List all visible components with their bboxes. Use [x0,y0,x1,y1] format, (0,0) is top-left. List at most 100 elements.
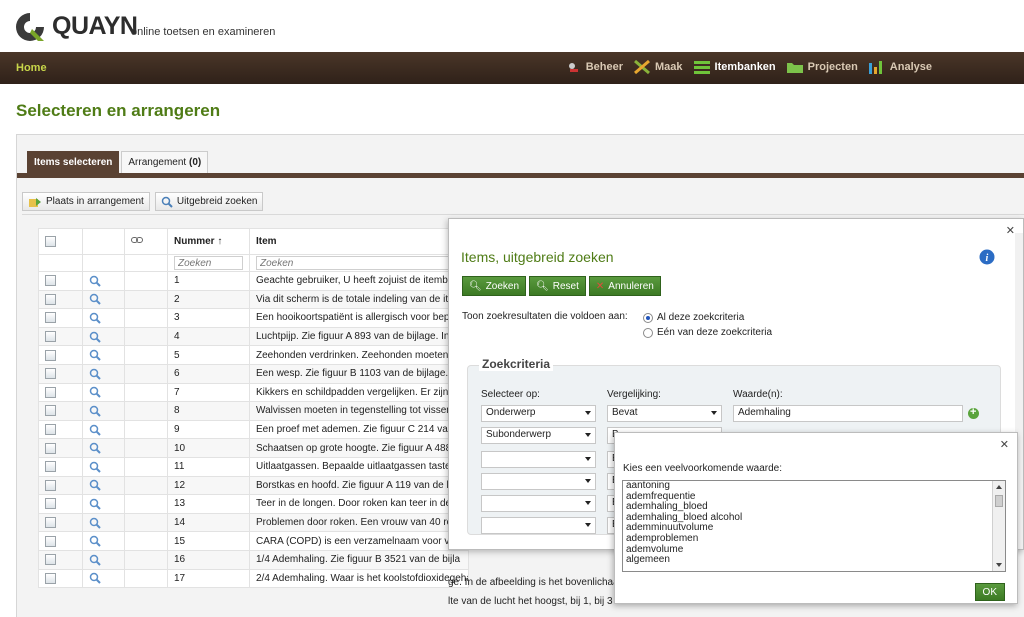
nav-item-analyse[interactable]: Analyse [868,59,932,75]
table-row[interactable]: 2 Via dit scherm is de totale indeling va… [38,289,469,310]
nummer-filter-input[interactable] [174,256,243,270]
table-row[interactable]: 1 Geachte gebruiker, U heeft zojuist de i… [38,271,469,291]
preview-search-icon[interactable] [89,554,101,566]
popup-close-icon[interactable]: ✕ [1000,438,1009,451]
table-row[interactable]: 5 Zeehonden verdrinken. Zeehonden moeten … [38,345,469,365]
add-criterion-icon[interactable] [968,406,979,419]
item-filter-input[interactable] [256,256,462,270]
preview-search-icon[interactable] [89,312,101,324]
reset-button[interactable]: 🔍︎ Reset [529,276,586,296]
nav-item-beheer[interactable]: Beheer [564,59,623,75]
radio-button-selected[interactable] [643,312,653,323]
preview-search-icon[interactable] [89,424,101,436]
row-checkbox[interactable] [45,331,56,342]
nav-item-itembanken[interactable]: Itembanken [693,59,776,75]
nav-home-link[interactable]: Home [16,62,47,74]
table-row[interactable]: 3 Een hooikoortspatiënt is allergisch voo… [38,308,469,328]
header-nummer[interactable]: Nummer ↑ [167,228,250,255]
listbox-scrollbar[interactable] [992,481,1005,571]
preview-search-icon[interactable] [89,331,101,343]
table-row[interactable]: 13 Teer in de longen. Door roken kan teer… [38,494,469,514]
table-row[interactable]: 10 Schaatsen op grote hoogte. Zie figuur … [38,438,469,458]
criteria-field-select-5[interactable] [481,495,596,512]
nav-item-maak[interactable]: Maak [633,59,683,75]
list-item[interactable]: ademvolume [626,544,1002,556]
table-row[interactable]: 11 Uitlaatgassen. Bepaalde uitlaatgassen … [38,456,469,477]
row-checkbox[interactable] [45,368,56,380]
preview-search-icon[interactable] [89,405,101,417]
row-checkbox[interactable] [45,535,56,547]
row-checkbox[interactable] [45,554,56,566]
tab-items-selecteren[interactable]: Items selecteren [27,151,120,174]
common-values-listbox[interactable]: aantoning ademfrequentie ademhaling_bloed a… [622,480,1006,572]
row-checkbox[interactable] [45,312,56,324]
annuleren-button[interactable]: ✕ Annuleren [588,276,661,296]
scroll-up-icon[interactable] [996,485,1002,489]
table-row[interactable]: 16 1/4 Ademhaling. Zie figuur B 3521 van … [38,549,469,570]
select-all-checkbox[interactable] [45,235,56,247]
preview-search-icon[interactable] [89,517,101,529]
row-checkbox[interactable] [45,275,56,287]
criteria-field-select-6[interactable] [481,517,596,534]
criteria-field-select-1[interactable]: Onderwerp [481,405,596,422]
plaats-in-arrangement-button[interactable]: Plaats in arrangement [22,192,150,211]
table-row[interactable]: 6 Een wesp. Zie figuur B 1103 van de bijl… [38,363,469,384]
row-checkbox[interactable] [45,405,56,417]
row-checkbox[interactable] [45,386,56,398]
table-row[interactable]: 9 Een proef met ademen. Zie figuur C 214 … [38,419,469,440]
radio-button[interactable] [643,327,653,338]
preview-search-icon[interactable] [89,442,101,454]
table-row[interactable]: 12 Borstkas en hoofd. Zie figuur A 119 va… [38,475,469,496]
ok-button[interactable]: OK [974,583,1005,601]
row-checkbox[interactable] [45,516,56,528]
row-checkbox-cell [38,401,83,421]
scroll-thumb[interactable] [995,495,1003,507]
scroll-down-icon[interactable] [996,563,1002,567]
preview-search-icon[interactable] [89,572,101,585]
list-item[interactable]: aantoning [626,481,1002,492]
table-row[interactable]: 17 2/4 Ademhaling. Waar is het koolstofdi… [38,568,469,589]
table-row[interactable]: 15 CARA (COPD) is een verzamelnaam voor v… [38,531,469,551]
preview-search-icon[interactable] [89,368,101,380]
radio-all-criteria[interactable]: Al deze zoekcriteria [643,312,744,323]
criteria-field-select-4[interactable] [481,473,596,490]
uitgebreid-zoeken-button[interactable]: Uitgebreid zoeken [154,192,264,211]
table-row[interactable]: 4 Luchtpijp. Zie figuur A 893 van de bijl… [38,326,469,347]
radio-one-criteria[interactable]: Eén van deze zoekcriteria [643,327,772,338]
nav-item-projecten[interactable]: Projecten [786,59,858,75]
row-checkbox[interactable] [45,479,56,491]
row-checkbox[interactable] [45,461,56,473]
list-item[interactable]: algemeen [626,555,1002,566]
row-checkbox[interactable] [45,442,56,454]
preview-search-icon[interactable] [89,293,101,306]
preview-search-icon[interactable] [89,535,101,547]
criteria-field-select-2[interactable]: Subonderwerp [481,427,596,444]
header-nummer-label: Nummer [174,236,215,247]
table-row[interactable]: 8 Walvissen moeten in tegenstelling tot v… [38,401,469,421]
row-checkbox-cell [38,326,83,347]
dialog-close-icon[interactable]: ✕ [1006,224,1015,237]
tab-arrangement[interactable]: Arrangement (0) [121,151,209,174]
row-checkbox[interactable] [45,349,56,361]
row-checkbox[interactable] [45,498,56,510]
row-nummer: 1 [167,271,250,291]
preview-search-icon[interactable] [89,275,101,287]
row-checkbox[interactable] [45,423,56,435]
header-item[interactable]: Item [249,228,469,255]
preview-search-icon[interactable] [89,349,101,361]
row-checkbox[interactable] [45,572,56,584]
info-icon[interactable]: i [979,249,995,265]
preview-search-icon[interactable] [89,461,101,473]
criteria-op-select-1[interactable]: Bevat [607,405,722,422]
table-row[interactable]: 7 Kikkers en schildpadden vergelijken. Er… [38,382,469,403]
criteria-field-select-3[interactable] [481,451,596,468]
preview-search-icon[interactable] [89,386,101,399]
table-row[interactable]: 14 Problemen door roken. Een vrouw van 40… [38,512,469,533]
list-item[interactable]: ademproblemen [626,533,1002,545]
preview-search-icon[interactable] [89,479,101,492]
row-checkbox[interactable] [45,293,56,305]
criteria-value-input-1[interactable]: Ademhaling [733,405,963,422]
preview-search-icon[interactable] [89,498,101,510]
row-item-text: 2/4 Ademhaling. Waar is het koolstofdiox… [249,568,469,589]
zoeken-button[interactable]: 🔍︎ Zoeken [462,276,527,296]
